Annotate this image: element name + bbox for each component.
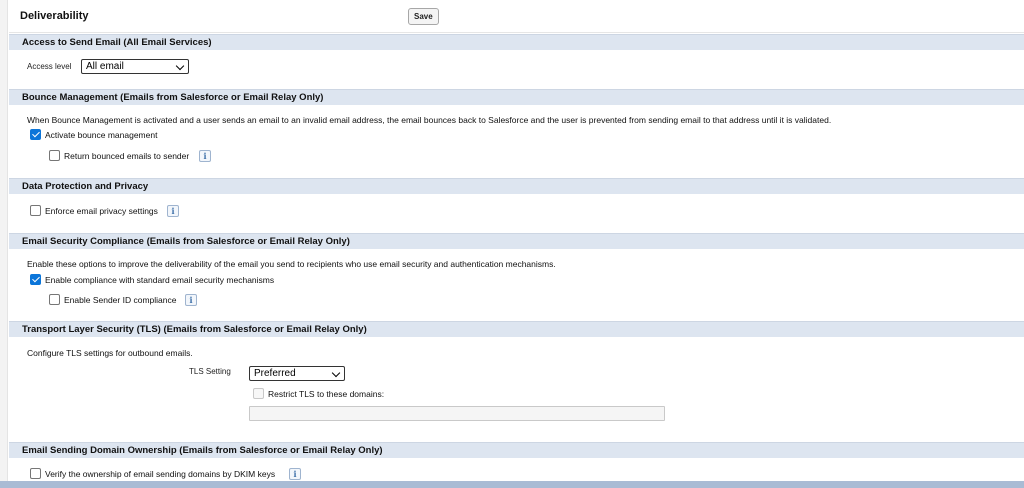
section-title-bounce: Bounce Management (Emails from Salesforc… — [22, 92, 324, 103]
activate-bounce-label: Activate bounce management — [45, 130, 158, 140]
tls-description: Configure TLS settings for outbound emai… — [27, 348, 193, 358]
section-title-security: Email Security Compliance (Emails from S… — [22, 236, 350, 247]
info-icon[interactable]: i — [289, 468, 301, 480]
horizontal-scrollbar[interactable] — [0, 481, 1024, 488]
access-level-select[interactable]: All email — [81, 59, 189, 74]
info-icon[interactable]: i — [199, 150, 211, 162]
section-header-privacy: Data Protection and Privacy — [9, 178, 1024, 194]
security-description: Enable these options to improve the deli… — [27, 259, 556, 269]
return-bounced-checkbox[interactable] — [49, 150, 60, 161]
section-header-tls: Transport Layer Security (TLS) (Emails f… — [9, 321, 1024, 337]
sender-id-checkbox[interactable] — [49, 294, 60, 305]
page-header: Deliverability Save — [9, 0, 1024, 33]
tls-domains-input[interactable] — [249, 406, 665, 421]
activate-bounce-checkbox[interactable] — [30, 129, 41, 140]
restrict-tls-checkbox[interactable] — [253, 388, 264, 399]
enable-compliance-label: Enable compliance with standard email se… — [45, 275, 275, 285]
verify-dkim-label: Verify the ownership of email sending do… — [45, 469, 276, 479]
enable-compliance-checkbox[interactable] — [30, 274, 41, 285]
bounce-description: When Bounce Management is activated and … — [27, 115, 832, 125]
info-icon[interactable]: i — [167, 205, 179, 217]
return-bounced-label: Return bounced emails to sender — [64, 151, 190, 161]
chevron-down-icon — [175, 61, 185, 71]
save-button[interactable]: Save — [408, 8, 439, 25]
section-header-access: Access to Send Email (All Email Services… — [9, 34, 1024, 50]
page-left-edge — [0, 0, 8, 481]
tls-setting-value: Preferred — [254, 368, 296, 379]
info-icon[interactable]: i — [185, 294, 197, 306]
tls-setting-select[interactable]: Preferred — [249, 366, 345, 381]
access-level-label: Access level — [27, 62, 72, 71]
section-header-security: Email Security Compliance (Emails from S… — [9, 233, 1024, 249]
section-header-bounce: Bounce Management (Emails from Salesforc… — [9, 89, 1024, 105]
section-title-domain-ownership: Email Sending Domain Ownership (Emails f… — [22, 445, 383, 456]
enforce-privacy-label: Enforce email privacy settings — [45, 206, 158, 216]
section-title-access: Access to Send Email (All Email Services… — [22, 37, 212, 48]
restrict-tls-label: Restrict TLS to these domains: — [268, 389, 385, 399]
section-title-privacy: Data Protection and Privacy — [22, 181, 149, 192]
tls-setting-label: TLS Setting — [189, 367, 231, 376]
chevron-down-icon — [331, 368, 341, 378]
section-header-domain-ownership: Email Sending Domain Ownership (Emails f… — [9, 442, 1024, 458]
verify-dkim-checkbox[interactable] — [30, 468, 41, 479]
access-level-value: All email — [86, 61, 124, 72]
page-title: Deliverability — [20, 10, 89, 22]
section-title-tls: Transport Layer Security (TLS) (Emails f… — [22, 324, 367, 335]
enforce-privacy-checkbox[interactable] — [30, 205, 41, 216]
sender-id-label: Enable Sender ID compliance — [64, 295, 177, 305]
